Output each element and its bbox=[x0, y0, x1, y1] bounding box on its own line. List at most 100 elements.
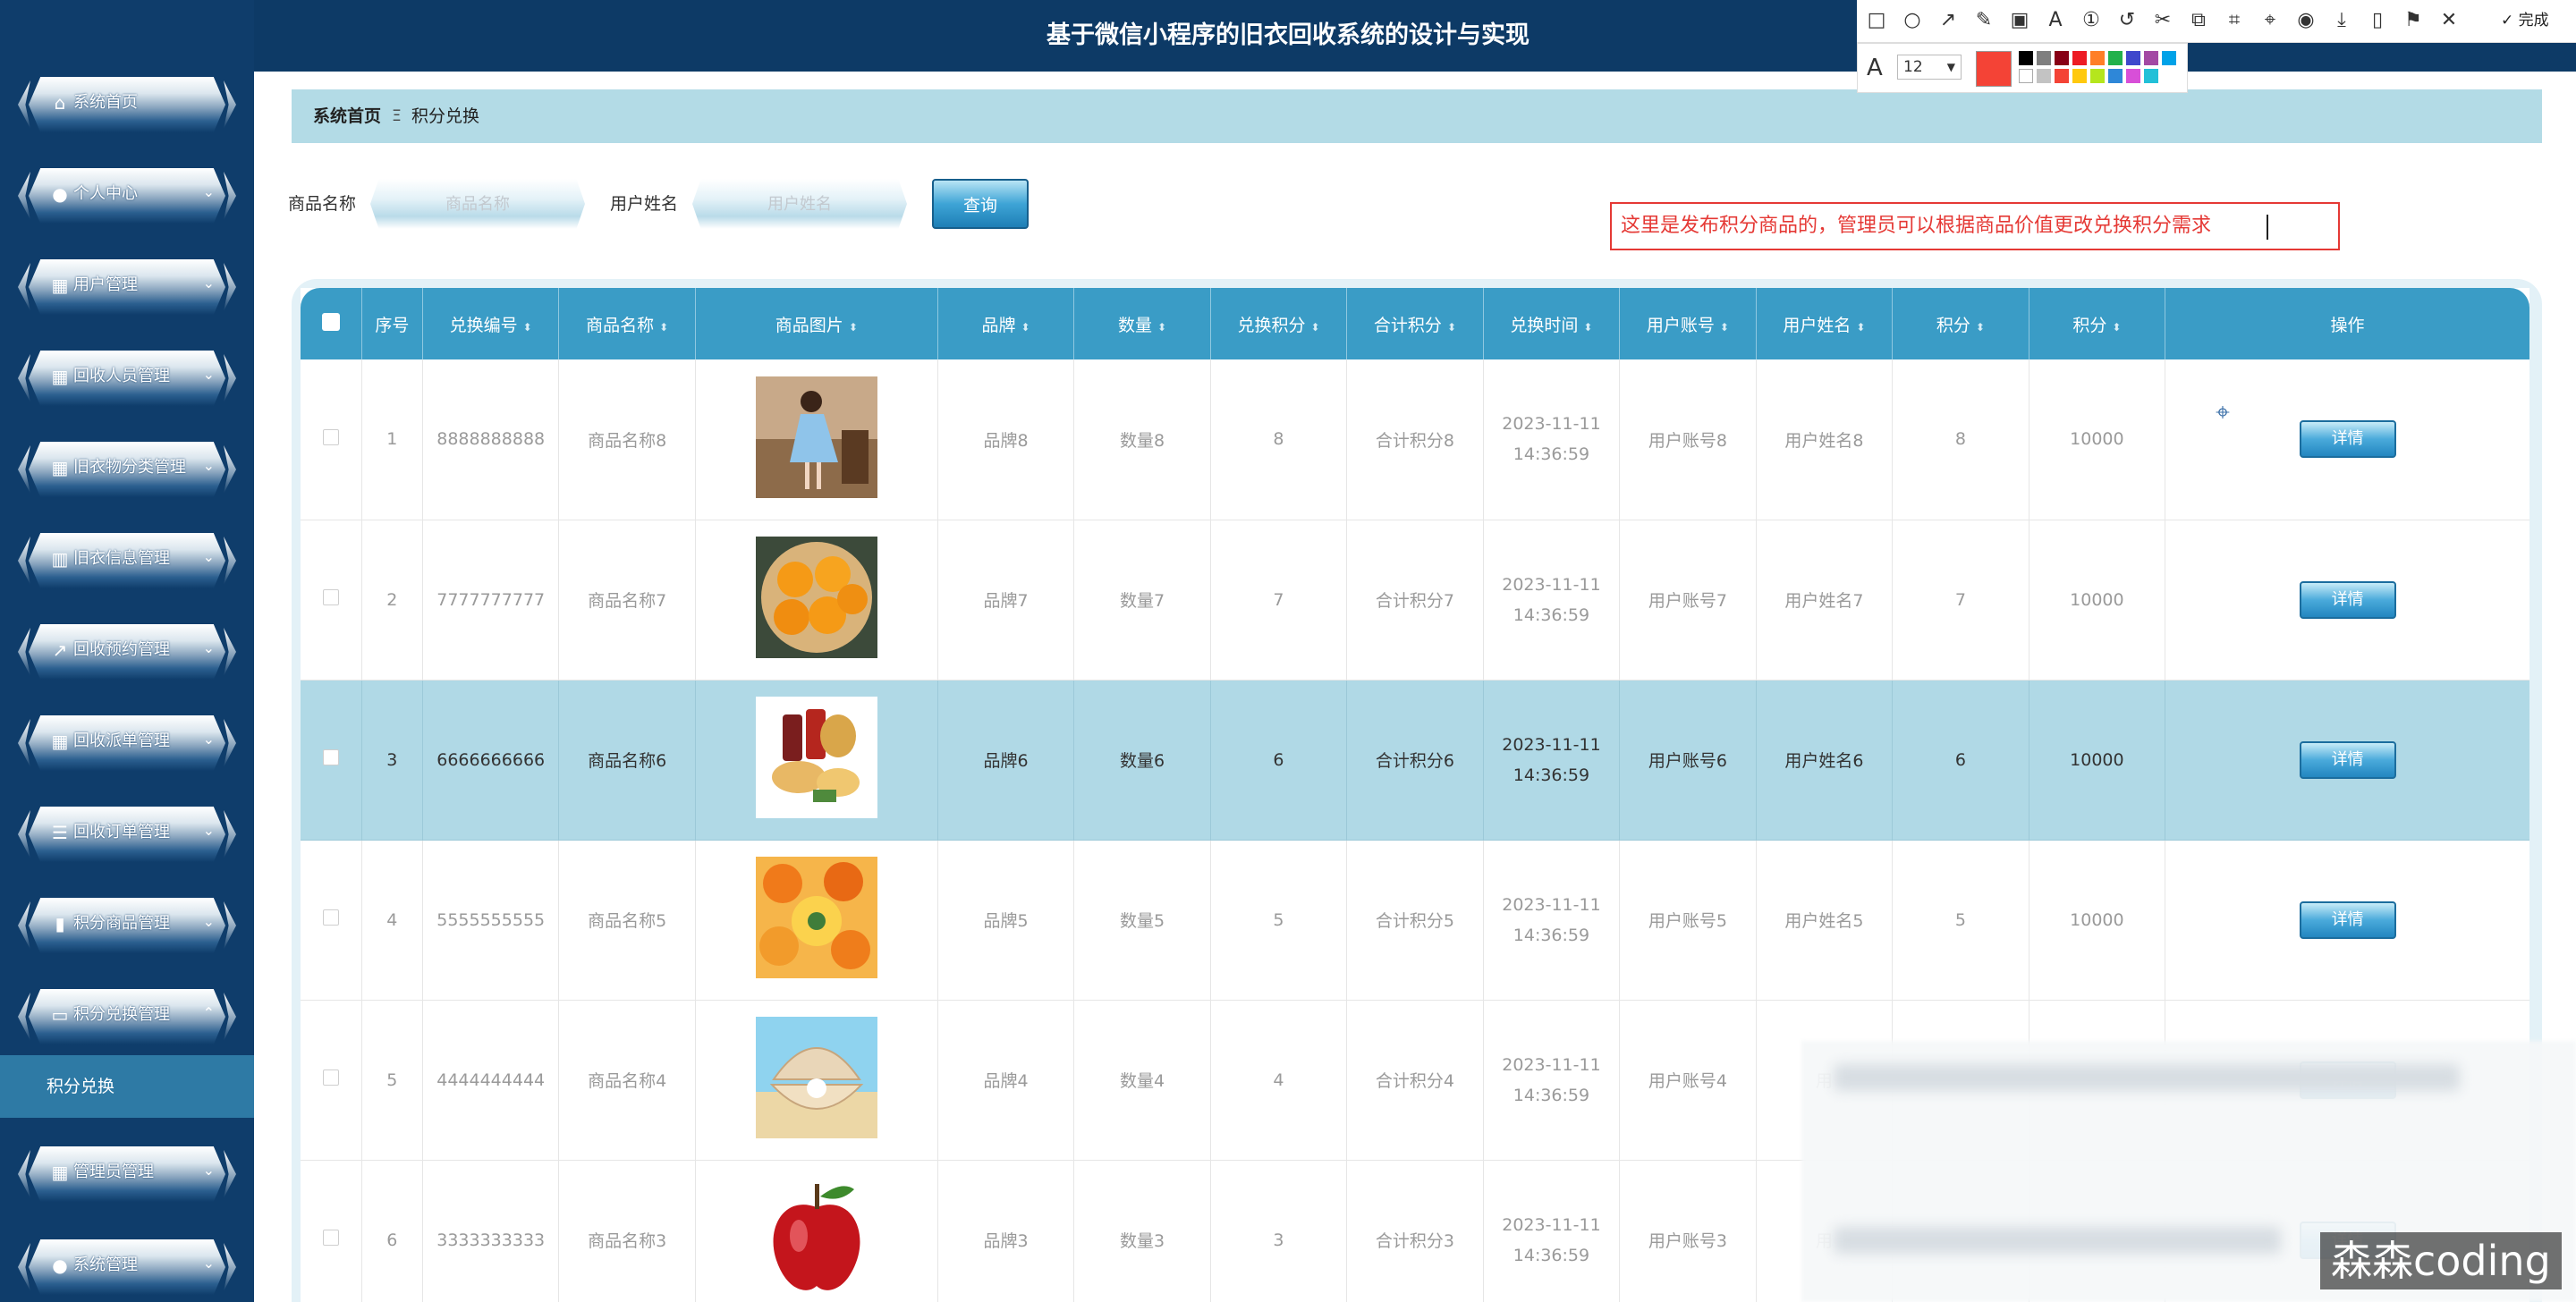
ocr-icon[interactable]: ⌗ bbox=[2222, 8, 2247, 33]
sidebar-item[interactable]: ● 个人中心 ⌄ bbox=[18, 163, 236, 229]
color-swatch[interactable] bbox=[2037, 69, 2051, 83]
row-checkbox[interactable] bbox=[322, 428, 339, 445]
color-swatch[interactable] bbox=[2019, 51, 2033, 65]
sort-icon[interactable]: ⬍ bbox=[2112, 321, 2121, 334]
sidebar-item[interactable]: ⌂ 系统首页 bbox=[18, 72, 236, 138]
detail-button[interactable]: 详情 bbox=[2299, 580, 2396, 619]
sidebar-subitem-active[interactable]: 积分兑换 bbox=[0, 1055, 254, 1118]
sidebar-item[interactable]: ▦ 管理员管理 ⌄ bbox=[18, 1141, 236, 1207]
color-swatch[interactable] bbox=[2162, 51, 2176, 65]
sidebar-item[interactable]: ▦ 旧衣物分类管理 ⌄ bbox=[18, 436, 236, 503]
color-swatch[interactable] bbox=[2108, 51, 2123, 65]
sidebar-item[interactable]: ▦ 用户管理 ⌄ bbox=[18, 254, 236, 320]
column-header[interactable]: 数量 ⬍ bbox=[1073, 288, 1211, 359]
close-icon[interactable]: ✕ bbox=[2436, 8, 2462, 33]
goods-name-input[interactable] bbox=[370, 179, 585, 229]
menu-wing-right bbox=[224, 901, 236, 950]
sort-icon[interactable]: ⬍ bbox=[1447, 321, 1456, 334]
undo-icon[interactable]: ↺ bbox=[2114, 8, 2140, 33]
column-header[interactable]: 积分 ⬍ bbox=[1892, 288, 2029, 359]
number-icon[interactable]: ① bbox=[2079, 8, 2104, 33]
cut-icon[interactable]: ✂ bbox=[2150, 8, 2175, 33]
record-icon[interactable]: ◉ bbox=[2293, 8, 2318, 33]
search-button[interactable]: 查询 bbox=[932, 179, 1029, 229]
table-row[interactable]: 3 6666666666 商品名称6 品牌6 数量6 6 合计积分6 2023-11-11 1… bbox=[301, 680, 2529, 841]
select-all-checkbox[interactable] bbox=[321, 312, 340, 331]
pin-icon[interactable]: ⌖ bbox=[2258, 8, 2283, 33]
column-header[interactable]: 用户账号 ⬍ bbox=[1619, 288, 1757, 359]
color-swatch[interactable] bbox=[2072, 51, 2087, 65]
sidebar-item[interactable]: ▭ 积分兑换管理 ⌃ bbox=[18, 984, 236, 1050]
sidebar-item[interactable]: ☰ 回收订单管理 ⌄ bbox=[18, 801, 236, 867]
column-header[interactable]: 商品图片 ⬍ bbox=[694, 288, 938, 359]
table-row[interactable]: 2 7777777777 商品名称7 品牌7 数量7 7 合计积分7 2023-11-11 1… bbox=[301, 520, 2529, 681]
color-swatch[interactable] bbox=[2019, 69, 2033, 83]
column-header[interactable]: 商品名称 ⬍ bbox=[558, 288, 696, 359]
column-header[interactable]: 用户姓名 ⬍ bbox=[1755, 288, 1893, 359]
detail-button[interactable]: 详情 bbox=[2299, 740, 2396, 779]
color-swatch[interactable] bbox=[2055, 51, 2069, 65]
current-color-swatch[interactable] bbox=[1976, 51, 2012, 87]
user-account: 用户账号4 bbox=[1619, 1000, 1757, 1161]
breadcrumb-home[interactable]: 系统首页 bbox=[313, 104, 381, 129]
sort-icon[interactable]: ⬍ bbox=[523, 321, 532, 334]
sidebar-item[interactable]: ▦ 回收人员管理 ⌄ bbox=[18, 345, 236, 411]
pen-icon[interactable]: ✎ bbox=[1971, 8, 1996, 33]
table-row[interactable]: 1 8888888888 商品名称8 品牌8 数量8 8 合计积分8 2023-11-11 1… bbox=[301, 359, 2529, 520]
color-swatch[interactable] bbox=[2072, 69, 2087, 83]
font-size-select[interactable]: 12 ▼ bbox=[1897, 55, 1962, 80]
sort-icon[interactable]: ⬍ bbox=[1856, 321, 1865, 334]
sidebar-item[interactable]: ▦ 回收派单管理 ⌄ bbox=[18, 710, 236, 776]
sort-icon[interactable]: ⬍ bbox=[1583, 321, 1592, 334]
table-row[interactable]: 4 5555555555 商品名称5 品牌5 数量5 5 合计积分5 2023-11-11 1… bbox=[301, 840, 2529, 1001]
color-swatch[interactable] bbox=[2055, 69, 2069, 83]
copy-icon[interactable]: ⧉ bbox=[2186, 8, 2211, 33]
detail-button[interactable]: 详情 bbox=[2299, 420, 2396, 459]
save-icon[interactable]: ▯ bbox=[2365, 8, 2390, 33]
text-icon[interactable]: A bbox=[2043, 8, 2068, 33]
arrow-icon[interactable]: ↗ bbox=[1936, 8, 1961, 33]
sidebar-item[interactable]: ▥ 旧衣信息管理 ⌄ bbox=[18, 528, 236, 594]
color-swatch[interactable] bbox=[2144, 69, 2158, 83]
mosaic-icon[interactable]: ▣ bbox=[2007, 8, 2032, 33]
sort-icon[interactable]: ⬍ bbox=[849, 321, 858, 334]
user-name-input[interactable] bbox=[692, 179, 907, 229]
sort-icon[interactable]: ⬍ bbox=[1021, 321, 1030, 334]
snip-done-button[interactable]: ✓ 完成 bbox=[2501, 9, 2549, 32]
download-icon[interactable]: ⤓ bbox=[2329, 8, 2354, 33]
sort-icon[interactable]: ⬍ bbox=[1720, 321, 1729, 334]
sidebar-item[interactable]: ▮ 积分商品管理 ⌄ bbox=[18, 892, 236, 959]
column-header[interactable]: 兑换时间 ⬍ bbox=[1482, 288, 1620, 359]
column-header[interactable]: 兑换编号 ⬍ bbox=[421, 288, 559, 359]
column-header[interactable]: 积分 ⬍ bbox=[2028, 288, 2165, 359]
sidebar-item-label: 系统管理 bbox=[73, 1256, 138, 1274]
sort-icon[interactable]: ⬍ bbox=[1310, 321, 1319, 334]
bookmark-icon[interactable]: ⚑ bbox=[2401, 8, 2426, 33]
crosshair-cursor-icon: ⌖ bbox=[2216, 397, 2230, 427]
color-swatch[interactable] bbox=[2126, 69, 2140, 83]
row-checkbox[interactable] bbox=[322, 1070, 339, 1086]
column-header[interactable]: 兑换积分 ⬍ bbox=[1209, 288, 1347, 359]
column-header[interactable]: 品牌 ⬍ bbox=[936, 288, 1074, 359]
row-checkbox[interactable] bbox=[322, 749, 339, 765]
row-checkbox[interactable] bbox=[322, 589, 339, 605]
detail-button[interactable]: 详情 bbox=[2299, 900, 2396, 939]
sort-icon[interactable]: ⬍ bbox=[1976, 321, 1985, 334]
row-checkbox[interactable] bbox=[322, 909, 339, 926]
color-swatch[interactable] bbox=[2090, 51, 2105, 65]
actions-cell: 详情 bbox=[2165, 520, 2529, 681]
sort-icon[interactable]: ⬍ bbox=[659, 321, 668, 334]
sort-icon[interactable]: ⬍ bbox=[1157, 321, 1166, 334]
sidebar-item[interactable]: ● 系统管理 ⌄ bbox=[18, 1234, 236, 1300]
color-swatch[interactable] bbox=[2108, 69, 2123, 83]
color-swatch[interactable] bbox=[2144, 51, 2158, 65]
color-swatch[interactable] bbox=[2126, 51, 2140, 65]
row-checkbox[interactable] bbox=[322, 1230, 339, 1246]
rect-icon[interactable]: □ bbox=[1864, 8, 1889, 33]
circle-icon[interactable]: ○ bbox=[1900, 8, 1925, 33]
user-name-label: 用户姓名 bbox=[610, 194, 679, 214]
color-swatch[interactable] bbox=[2037, 51, 2051, 65]
sidebar-item[interactable]: ↗ 回收预约管理 ⌄ bbox=[18, 619, 236, 685]
color-swatch[interactable] bbox=[2090, 69, 2105, 83]
column-header[interactable]: 合计积分 ⬍ bbox=[1346, 288, 1484, 359]
